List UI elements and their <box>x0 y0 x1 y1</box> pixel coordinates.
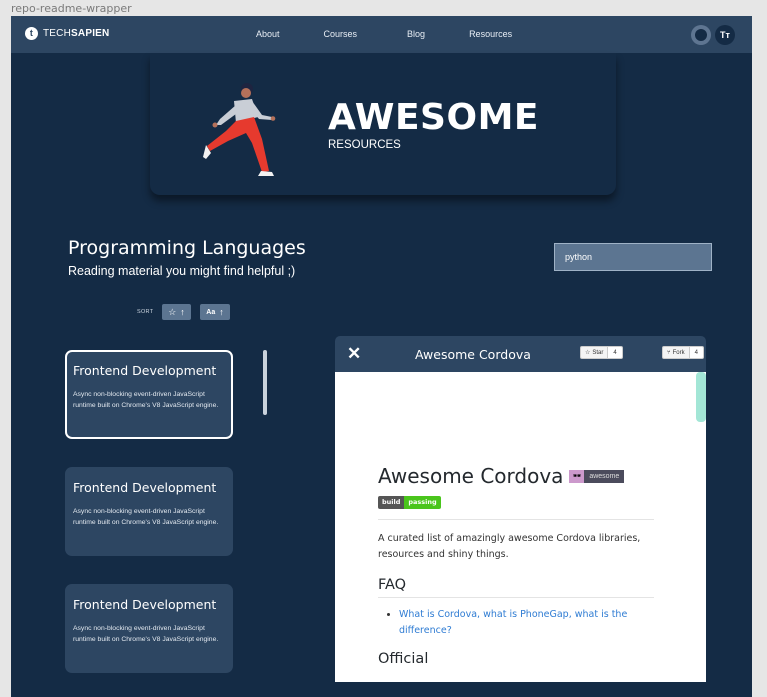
running-person-illustration <box>203 83 276 176</box>
repo-readme-wrapper: t TECHSAPIEN About Courses Blog Resource… <box>11 16 752 697</box>
arrow-up-icon: ↑ <box>180 307 185 317</box>
awesome-badge[interactable]: 🕶 awesome <box>569 469 625 483</box>
list-item: What is Cordova, what is PhoneGap, what … <box>399 607 654 639</box>
card-description: Async non-blocking event-driven JavaScri… <box>73 391 219 409</box>
readme-h1-text: Awesome Cordova <box>378 464 564 488</box>
hero-banner: AWESOME RESOURCES <box>150 53 616 195</box>
readme-intro: A curated list of amazingly awesome Cord… <box>378 533 641 560</box>
sort-alphabetical-button[interactable]: Aa ↑ <box>200 304 230 320</box>
readme-heading: Awesome Cordova 🕶 awesome <box>378 464 654 488</box>
github-star-button[interactable]: ☆ Star 4 <box>580 346 623 359</box>
card-title: Frontend Development <box>73 597 217 612</box>
divider <box>378 519 654 520</box>
faq-heading: FAQ <box>378 577 654 598</box>
sort-label: SORT <box>137 309 154 315</box>
hero-subtitle: RESOURCES <box>328 139 401 151</box>
page-title: Programming Languages <box>68 237 306 259</box>
nav-link-about[interactable]: About <box>256 29 280 39</box>
nav-link-resources[interactable]: Resources <box>469 29 512 39</box>
star-label: Star <box>592 349 604 356</box>
star-icon: ☆ <box>168 306 177 317</box>
nav-link-courses[interactable]: Courses <box>324 29 358 39</box>
card-list-scrollbar[interactable] <box>263 350 267 415</box>
moon-icon <box>695 29 707 41</box>
build-badge-label: build <box>378 496 405 509</box>
hero-title: AWESOME <box>328 97 539 138</box>
logo-bold: SAPIEN <box>71 28 110 39</box>
card-description: Async non-blocking event-driven JavaScri… <box>73 508 219 526</box>
readme-scrollbar[interactable] <box>696 372 706 422</box>
resource-card[interactable]: Frontend Development Async non-blocking … <box>65 467 233 556</box>
readme-content[interactable]: Awesome Cordova 🕶 awesome build passing … <box>335 372 706 682</box>
nav-link-blog[interactable]: Blog <box>407 29 425 39</box>
sunglasses-icon: 🕶 <box>569 469 585 483</box>
logo[interactable]: t TECHSAPIEN <box>25 27 109 40</box>
awesome-badge-text: awesome <box>584 469 625 483</box>
official-heading: Official <box>378 651 429 667</box>
resource-card[interactable]: Frontend Development Async non-blocking … <box>65 584 233 673</box>
build-badge-status: passing <box>404 496 441 509</box>
logo-prefix: TECH <box>43 28 72 39</box>
faq-list: What is Cordova, what is PhoneGap, what … <box>378 607 654 639</box>
fork-count: 4 <box>689 346 704 359</box>
page-subtitle: Reading material you might find helpful … <box>68 264 296 278</box>
logo-mark-icon: t <box>25 27 38 40</box>
github-fork-button[interactable]: ⑂ Fork 4 <box>662 346 704 359</box>
alphabet-icon: Aa <box>206 308 216 316</box>
frame-label: repo-readme-wrapper <box>11 2 132 15</box>
faq-link[interactable]: What is Cordova, what is PhoneGap, what … <box>399 609 627 636</box>
theme-toggle-button[interactable] <box>691 25 711 45</box>
arrow-up-icon: ↑ <box>219 307 224 317</box>
logo-text: TECHSAPIEN <box>43 28 109 39</box>
fork-label: Fork <box>672 349 685 356</box>
resource-card[interactable]: Frontend Development Async non-blocking … <box>65 350 233 439</box>
star-icon: ☆ <box>585 350 591 356</box>
fork-icon: ⑂ <box>667 349 671 356</box>
search-input[interactable] <box>554 243 712 271</box>
card-description: Async non-blocking event-driven JavaScri… <box>73 625 219 643</box>
build-status-badge[interactable]: build passing <box>378 496 441 509</box>
font-toggle-button[interactable]: Tт <box>715 25 735 45</box>
readme-panel-title: Awesome Cordova <box>415 347 531 362</box>
readme-panel-header: ✕ Awesome Cordova ☆ Star 4 ⑂ Fork 4 <box>335 336 706 372</box>
markdown-body: Awesome Cordova 🕶 awesome build passing … <box>378 464 654 667</box>
nav-links: About Courses Blog Resources <box>256 29 556 39</box>
close-icon[interactable]: ✕ <box>347 345 361 362</box>
sort-by-stars-button[interactable]: ☆ ↑ <box>162 304 191 320</box>
top-navbar: t TECHSAPIEN About Courses Blog Resource… <box>11 16 752 53</box>
card-title: Frontend Development <box>73 363 217 378</box>
star-count: 4 <box>608 346 623 359</box>
card-title: Frontend Development <box>73 480 217 495</box>
